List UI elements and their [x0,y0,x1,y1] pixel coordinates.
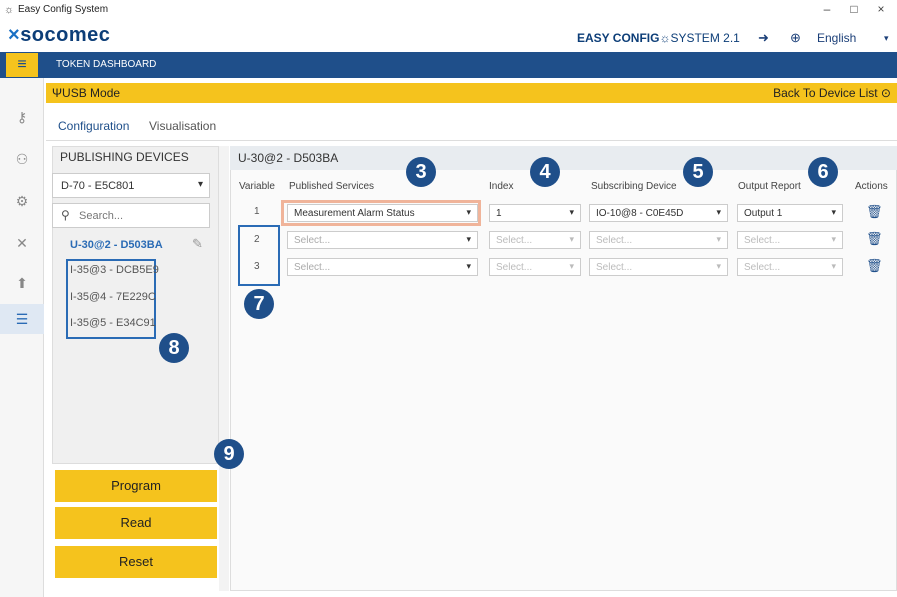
column-header-output-report: Output Report [738,181,801,192]
callout-badge-8: 8 [159,333,189,363]
tab-configuration[interactable]: Configuration [58,119,129,133]
column-header-subscribing-device: Subscribing Device [591,181,677,192]
callout-badge-3: 3 [406,157,436,187]
device-select-value: D-70 - E5C801 [61,180,135,192]
device-select[interactable]: D-70 - E5C801 ▾ [52,173,210,198]
publishing-devices-header: PUBLISHING DEVICES [60,150,189,164]
globe-icon[interactable]: ⊕ [790,30,801,46]
device-search-input[interactable]: ⚲ Search... [52,203,210,228]
minimize-button[interactable]: – [818,2,836,16]
tools-icon[interactable]: ✕ [0,228,44,258]
list-item[interactable]: I-35@3 - DCB5E9 [70,264,159,276]
published-service-select[interactable]: Select... ▾ [287,258,478,276]
active-device-item[interactable]: U-30@2 - D503BA [70,239,163,251]
hamburger-menu-icon[interactable]: ≡ [6,53,38,77]
index-select[interactable]: Select... ▾ [489,231,581,249]
tab-visualisation[interactable]: Visualisation [149,119,216,133]
column-header-variable: Variable [239,181,275,192]
nav-title: TOKEN DASHBOARD [56,59,157,70]
published-service-highlight [281,200,481,226]
window-title: Easy Config System [18,4,109,15]
index-select[interactable]: Select... ▾ [489,258,581,276]
top-nav: ≡ TOKEN DASHBOARD [0,52,897,78]
trash-icon[interactable]: 🗑 [866,204,883,220]
search-placeholder: Search... [79,210,124,222]
trash-icon[interactable]: 🗑 [866,258,883,274]
read-button[interactable]: Read [55,507,217,539]
search-icon: ⚲ [61,208,70,222]
list-item[interactable]: I-35@5 - E34C91 [70,317,156,329]
output-report-select[interactable]: Output 1 ▾ [737,204,843,222]
brand-bar: ×socomec EASY CONFIG☼SYSTEM 2.1 ➜ ⊕ Engl… [0,22,897,52]
variables-header: U-30@2 - D503BA [230,146,897,170]
wrench-icon[interactable]: ⚙ [0,186,44,216]
subscribing-device-select[interactable]: Select... ▾ [589,231,728,249]
upload-icon[interactable]: ⬆ [0,268,44,298]
usb-mode-bar: ΨUSB Mode Back To Device List ⊙ [46,83,897,103]
variable-highlight [238,225,280,286]
selected-device-title: U-30@2 - D503BA [238,151,339,165]
index-select[interactable]: 1 ▾ [489,204,581,222]
tab-divider [46,140,897,141]
variable-number: 1 [254,206,260,217]
binoculars-icon[interactable]: ⚇ [0,144,44,174]
network-icon[interactable]: ⚷ [0,102,44,132]
callout-badge-5: 5 [683,157,713,187]
output-report-select[interactable]: Select... ▾ [737,258,843,276]
chevron-down-icon: ▾ [197,179,203,190]
program-button[interactable]: Program [55,470,217,502]
callout-badge-4: 4 [530,157,560,187]
callout-badge-9: 9 [214,439,244,469]
chevron-down-icon[interactable]: ▾ [884,33,889,44]
output-report-select[interactable]: Select... ▾ [737,231,843,249]
usb-icon: Ψ [52,86,63,100]
reset-button[interactable]: Reset [55,546,217,578]
product-name: EASY CONFIG☼SYSTEM 2.1 [577,31,740,45]
list-item[interactable]: I-35@4 - 7E229C [70,291,156,303]
window-titlebar: ☼ Easy Config System – □ × [0,0,897,22]
back-to-device-list-link[interactable]: Back To Device List ⊙ [773,86,891,100]
close-button[interactable]: × [872,2,890,16]
callout-badge-7: 7 [244,289,274,319]
callout-badge-6: 6 [808,157,838,187]
edit-icon[interactable]: ✎ [192,236,203,252]
panel-splitter[interactable] [219,146,229,591]
language-selector[interactable]: English [817,31,856,45]
column-header-index: Index [489,181,514,192]
app-icon: ☼ [4,4,15,16]
token-icon[interactable]: ☰ [0,304,44,334]
subscribing-device-select[interactable]: Select... ▾ [589,258,728,276]
left-rail: ⚷ ⚇ ⚙ ✕ ⬆ ☰ [0,78,44,597]
column-header-published-services: Published Services [289,181,375,192]
subscribing-device-select[interactable]: IO-10@8 - C0E45D ▾ [589,204,728,222]
usb-mode-label: ΨUSB Mode [52,86,121,100]
published-service-select[interactable]: Select... ▾ [287,231,478,249]
trash-icon[interactable]: 🗑 [866,231,883,247]
column-header-actions: Actions [855,181,888,192]
socomec-logo: ×socomec [8,24,111,46]
maximize-button[interactable]: □ [845,2,863,16]
logout-icon[interactable]: ➜ [758,30,769,46]
